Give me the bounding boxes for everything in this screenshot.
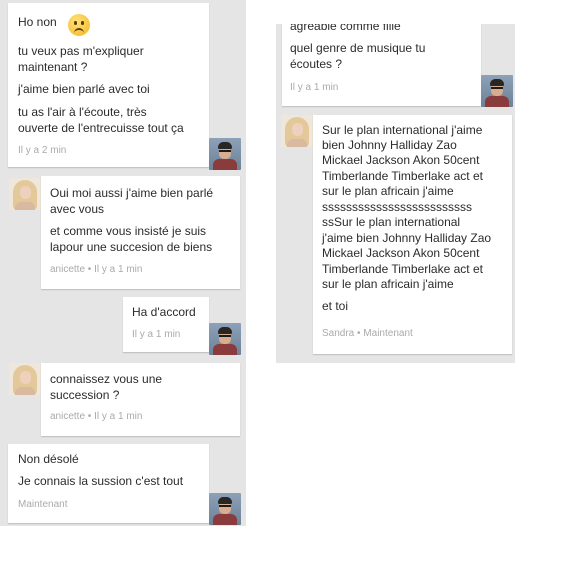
message-timestamp: anicette • Il y a 1 min (50, 411, 143, 422)
user-avatar[interactable] (209, 138, 241, 170)
message-text: tu as l'air à l'écoute, très (18, 105, 147, 119)
message-text: agréable comme fille (290, 24, 401, 33)
message-timestamp: Maintenant (18, 499, 68, 510)
message-timestamp: Sandra • Maintenant (322, 328, 413, 339)
user-avatar[interactable] (209, 323, 241, 355)
sad-face-emoji-icon (68, 14, 90, 36)
message-text: Timberlande Timberlake act et (322, 169, 483, 183)
message-text: Sur le plan international j'aime (322, 123, 483, 137)
contact-avatar[interactable] (9, 363, 41, 395)
message-text: connaissez vous une (50, 372, 163, 386)
message-text: j'aime bien Johnny Halliday Zao (322, 231, 492, 245)
message-text: Oui moi aussi j'aime bien parlé (50, 186, 214, 200)
message-bubble-outgoing: Ha d'accord Il y a 1 min (123, 297, 209, 352)
message-timestamp: Il y a 1 min (290, 82, 339, 93)
message-text: sur le plan africain j'aime (322, 184, 454, 198)
message-text: j'aime bien parlé avec toi (18, 82, 150, 96)
message-bubble-incoming: Sur le plan international j'aime bien Jo… (313, 115, 512, 354)
message-bubble-outgoing: Non désolé Je connais la sussion c'est t… (8, 444, 209, 523)
message-text: Mickael Jackson Akon 50cent (322, 153, 480, 167)
message-timestamp: Il y a 2 min (18, 145, 67, 156)
message-timestamp: anicette • Il y a 1 min (50, 264, 143, 275)
message-text: écoutes ? (290, 57, 343, 71)
message-bubble-incoming: connaissez vous une succession ? anicett… (41, 363, 240, 436)
message-text: sur le plan africain j'aime (322, 277, 454, 291)
message-text: Ha d'accord (132, 305, 196, 319)
conversation-panel-left[interactable]: Ho non tu veux pas m'expliquer maintenan… (0, 0, 246, 526)
message-text: Je connais la sussion c'est tout (18, 474, 184, 488)
message-bubble-outgoing: Ho non tu veux pas m'expliquer maintenan… (8, 3, 209, 167)
contact-avatar[interactable] (281, 115, 313, 147)
message-bubble-outgoing: agréable comme fille quel genre de musiq… (282, 24, 481, 106)
message-bubble-incoming: Oui moi aussi j'aime bien parlé avec vou… (41, 176, 240, 289)
message-text: Ho non (18, 15, 57, 29)
contact-avatar[interactable] (9, 178, 41, 210)
message-text: Mickael Jackson Akon 50cent (322, 246, 480, 260)
message-text: et comme vous insisté je suis (50, 224, 207, 238)
conversation-panel-right[interactable]: agréable comme fille quel genre de musiq… (276, 24, 515, 363)
message-text: ssSur le plan international (322, 215, 461, 229)
message-text: tu veux pas m'expliquer (18, 44, 144, 58)
message-text: sssssssssssssssssssssssss (322, 200, 472, 214)
message-text: succession ? (50, 388, 120, 402)
message-timestamp: Il y a 1 min (132, 329, 181, 340)
message-text: ouverte de l'entrecuisse tout ça (18, 121, 184, 135)
message-text: Non désolé (18, 452, 79, 466)
message-text: Timberlande Timberlake act et (322, 262, 483, 276)
message-text: bien Johnny Halliday Zao (322, 138, 457, 152)
user-avatar[interactable] (209, 493, 241, 525)
message-text: et toi (322, 299, 349, 313)
message-text: lapour une succesion de biens (50, 240, 213, 254)
message-text: maintenant ? (18, 60, 88, 74)
message-text: avec vous (50, 202, 105, 216)
message-text: quel genre de musique tu (290, 41, 426, 55)
user-avatar[interactable] (481, 75, 513, 107)
